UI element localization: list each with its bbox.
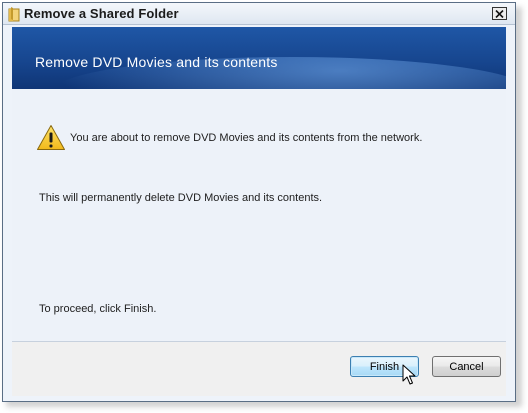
button-bar: Finish Cancel [12, 342, 506, 396]
warning-icon [36, 124, 66, 151]
cancel-button[interactable]: Cancel [432, 356, 501, 377]
proceed-message: To proceed, click Finish. [39, 303, 157, 315]
content-area: You are about to remove DVD Movies and i… [12, 89, 506, 342]
window-title: Remove a Shared Folder [24, 6, 179, 21]
header-banner: Remove DVD Movies and its contents [12, 27, 506, 89]
title-bar[interactable]: Remove a Shared Folder [3, 3, 515, 25]
dialog-window: Remove a Shared Folder Remove DVD Movies… [2, 2, 516, 402]
banner-title: Remove DVD Movies and its contents [35, 54, 278, 70]
delete-message: This will permanently delete DVD Movies … [39, 192, 323, 204]
close-button[interactable] [492, 7, 507, 20]
mouse-pointer-icon [402, 364, 416, 385]
close-icon [495, 9, 504, 18]
warning-message: You are about to remove DVD Movies and i… [70, 132, 423, 144]
shared-folder-icon [7, 6, 21, 22]
